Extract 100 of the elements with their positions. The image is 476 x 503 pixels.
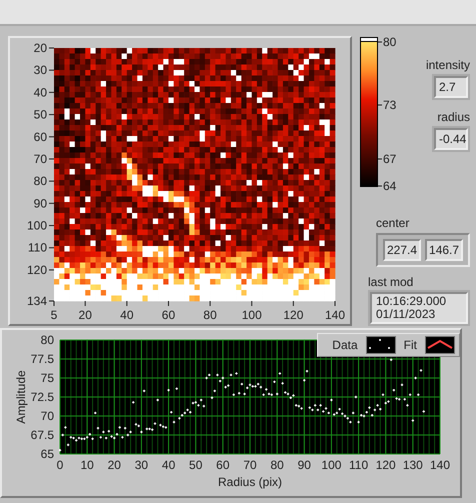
data-point [403,398,406,401]
data-point [123,426,127,430]
data-point [400,383,404,387]
y-axis-title: Amplitude [14,370,28,424]
y-tick-label: 120 [26,262,47,277]
x-tick-label: 80 [270,458,284,472]
x-tick-label: 80 [203,308,217,322]
x-tick-label: 40 [120,308,134,322]
data-point [104,436,108,440]
x-tick-label: 5 [50,308,58,322]
data-point [64,426,68,430]
data-point [94,411,97,415]
data-point [102,430,106,434]
data-point [216,373,220,377]
numeric-indicator: -0.44 [434,128,468,150]
line-swatch-icon [425,336,455,354]
y-tick-label: 30 [34,63,47,78]
y-tick-label: 80 [34,174,47,188]
y-tick-label: 70 [34,152,47,166]
data-point [96,426,100,430]
data-point [210,396,214,400]
x-tick-label: 0 [56,458,64,472]
data-point [237,392,241,395]
x-tick-label: 20 [108,458,121,472]
data-point [272,380,276,384]
last-mod-label: last mod [368,275,414,289]
x-tick-label: 40 [162,458,176,472]
data-point [370,414,374,417]
x-tick-label: 30 [134,458,148,472]
timestamp-indicator: 10:16:29.000 01/11/2023 [370,292,468,324]
data-point [302,378,306,382]
x-tick-label: 90 [298,458,311,472]
data-point [107,430,111,433]
y-tick-label: 67.5 [30,428,54,442]
x-tick-label: 120 [376,458,396,472]
data-point [242,392,246,396]
data-point [262,393,266,396]
y-tick-label: 110 [28,240,47,255]
y-tick-label: 75 [40,371,54,385]
data-point [120,436,124,439]
x-tick-label: 60 [162,308,176,322]
data-point [406,404,410,408]
data-point [275,392,279,396]
data-point [229,373,233,377]
data-point [392,388,396,392]
data-point [280,382,284,386]
indicator-label: radius [437,110,470,124]
data-point [389,358,393,362]
y-tick-label: 65 [40,447,54,461]
x-tick-label: 100 [321,458,342,472]
data-point [356,420,360,424]
x-tick-label: 140 [430,458,450,472]
color-scale-label: 73 [383,98,396,112]
data-point [416,393,420,396]
data-point [213,389,216,393]
y-tick-label: 50 [34,108,47,122]
data-point [61,433,64,437]
x-tick-label: 120 [283,308,304,322]
data-point [175,386,178,390]
x-tick-label: 100 [242,308,262,322]
numeric-indicator: 227.4 [383,239,422,261]
data-point [240,382,244,386]
x-tick-label: 110 [349,458,368,472]
x-axis-title: Radius (pix) [218,475,282,489]
x-tick-label: 20 [78,308,92,322]
data-point [354,395,358,399]
y-tick-label: 100 [26,218,47,233]
color-scale-label: 80 [383,36,396,49]
data-point [381,393,385,396]
data-point [419,368,423,372]
data-point [140,430,144,434]
data-point [118,426,122,430]
data-point [170,410,173,414]
y-tick-label: 40 [34,85,47,100]
center-label: center [376,216,410,230]
data-point [99,436,102,439]
data-point [202,404,206,408]
x-tick-label: 70 [243,458,257,472]
data-point [305,369,309,373]
data-point [166,388,170,392]
data-point [153,422,157,426]
x-tick-label: 140 [324,308,346,322]
data-point [66,443,70,447]
numeric-indicator: 2.7 [434,76,468,98]
y-tick-label: 20 [34,41,47,55]
indicator-label: intensity [426,58,470,72]
data-point [330,398,334,402]
x-tick-label: 130 [402,458,423,472]
legend-label: Fit [404,338,417,352]
y-tick-label: 90 [34,196,47,210]
y-tick-label: 70 [40,409,54,423]
numeric-indicator: 146.7 [425,239,464,261]
y-tick-label: 72.5 [30,390,54,404]
data-point [234,372,238,376]
x-tick-label: 10 [80,458,94,472]
data-point [351,411,355,415]
color-scale-label: 67 [383,152,396,166]
x-tick-label: 50 [189,458,202,472]
data-point [132,400,135,404]
data-point [411,418,415,422]
